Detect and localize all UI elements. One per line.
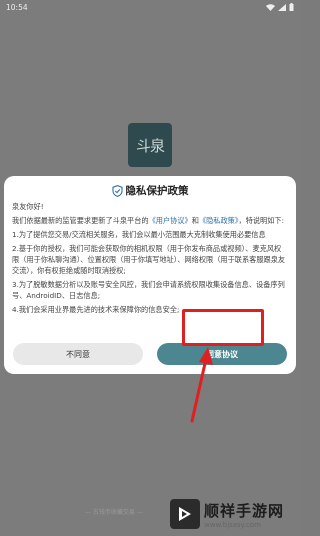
dialog-title-text: 隐私保护政策 [125, 185, 189, 197]
dialog-title: 隐私保护政策 [4, 183, 296, 198]
annotation-arrow-icon [190, 347, 213, 423]
privacy-dialog: 隐私保护政策 泉友你好! 我们依据最新的监管要求更新了斗泉平台的《用户协议》和《… [4, 176, 296, 374]
intro-paragraph: 我们依据最新的监管要求更新了斗泉平台的《用户协议》和《隐私政策》，特说明如下: [12, 215, 288, 226]
dialog-body[interactable]: 泉友你好! 我们依据最新的监管要求更新了斗泉平台的《用户协议》和《隐私政策》，特… [12, 201, 288, 329]
intro-suffix: ，特说明如下: [238, 216, 285, 225]
greeting: 泉友你好! [12, 202, 44, 211]
shield-check-icon [111, 184, 123, 197]
policy-item: 1.为了提供您交易/交流相关服务，我们会以最小范围最大克制收集使用必要信息 [12, 230, 266, 239]
app-logo-text: 斗泉 [135, 136, 165, 155]
agree-button[interactable]: 同意协议 [157, 343, 287, 365]
decline-button-label: 不同意 [66, 349, 90, 359]
wifi-icon [266, 3, 275, 11]
status-icons [266, 3, 294, 11]
privacy-policy-link[interactable]: 《隐私政策》 [199, 216, 239, 225]
battery-icon [289, 3, 294, 11]
watermark-title: 顺祥手游网 [204, 501, 285, 520]
status-bar: 10:54 [0, 0, 300, 14]
watermark-url: www.bjsxsy.com [204, 520, 261, 529]
policy-item: 3.为了脱敏数据分析以及账号安全风控，我们会申请系统权限收集设备信息、设备序列号… [12, 280, 285, 300]
intro-text: 我们依据最新的监管要求更新了斗泉平台的 [12, 216, 149, 225]
site-watermark: 顺祥手游网 www.bjsxsy.com [170, 494, 298, 534]
app-logo: 斗泉 [128, 123, 172, 167]
status-time: 10:54 [6, 2, 28, 12]
scroll-fade [4, 316, 296, 334]
policy-item: 2.基于你的授权，我们可能会获取你的相机权限（用于你发布商品或视频）、麦克风权限… [12, 244, 286, 275]
decline-button[interactable]: 不同意 [13, 343, 143, 365]
watermark-logo-icon [170, 499, 200, 529]
intro-and: 和 [191, 216, 199, 225]
footer-text: — 古钱币收藏交易 — [85, 509, 143, 516]
app-screen: 10:54 斗泉 隐私保护政策 泉友你好! 我们依据最新的监管要求更新了斗泉平台… [0, 0, 300, 536]
user-agreement-link[interactable]: 《用户协议》 [149, 216, 192, 225]
signal-icon [278, 3, 286, 11]
policy-item: 4.我们会采用业界最先进的技术来保障你的信息安全; [12, 305, 180, 314]
